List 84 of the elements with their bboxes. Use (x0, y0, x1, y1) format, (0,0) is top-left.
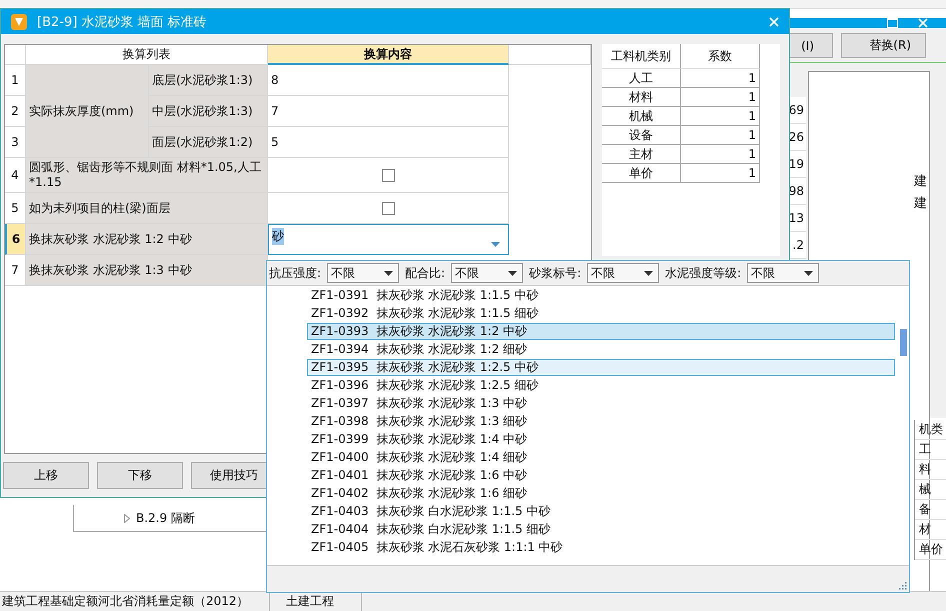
table-cell: 材料 (602, 88, 681, 107)
dialog-button[interactable]: 上移 (3, 462, 89, 489)
filter-select[interactable]: 不限 (587, 263, 660, 283)
table-cell: 人工 (602, 69, 681, 88)
table-cell: 械 (915, 480, 946, 500)
value-field[interactable]: 5 (268, 127, 509, 158)
table-cell: 料 (915, 460, 946, 480)
maximize-icon[interactable] (887, 18, 898, 28)
dialog-button[interactable]: 下移 (97, 462, 183, 489)
caret-icon (644, 270, 654, 276)
filter-label: 水泥强度等级: (665, 264, 742, 282)
row-number[interactable]: 4 (5, 158, 26, 193)
table-cell: 材 (915, 520, 946, 540)
column-header: 系数 (681, 44, 760, 69)
filter-select[interactable]: 不限 (451, 263, 524, 283)
close-icon[interactable] (918, 18, 928, 28)
table-cell: 1 (681, 126, 760, 145)
table-cell: 实际抹灰厚度(mm) (26, 65, 149, 158)
table-cell: 主材 (602, 145, 681, 164)
table-cell: 面层(水泥砂浆1:2) (149, 127, 268, 158)
checkbox[interactable] (382, 168, 394, 182)
tree-item[interactable]: B.2.9 隔断 (136, 510, 195, 526)
value-field[interactable]: 8 (268, 65, 509, 96)
table-cell: 圆弧形、锯齿形等不规则面 材料*1.05,人工*1.15 (26, 158, 268, 193)
combo-box[interactable]: 砂 (268, 224, 509, 255)
caret-icon (804, 270, 814, 276)
close-icon[interactable] (769, 16, 779, 26)
table-cell: 备 (915, 500, 946, 520)
list-item[interactable]: ZF1-0401 抹灰砂浆 水泥砂浆 1:6 中砂 (307, 467, 895, 484)
filter-label: 砂浆标号: (529, 264, 582, 282)
list-item[interactable]: ZF1-0398 抹灰砂浆 水泥砂浆 1:3 细砂 (307, 413, 895, 430)
filter-select[interactable]: 不限 (747, 263, 820, 283)
expand-arrow-icon[interactable] (124, 514, 130, 522)
table-cell: 机械 (602, 107, 681, 126)
row-number[interactable]: 6 (5, 224, 26, 255)
table-cell: 如为未列项目的柱(梁)面层 (26, 193, 268, 224)
row-number[interactable]: 1 (5, 65, 26, 96)
table-cell: 1 (681, 145, 760, 164)
filter-select[interactable]: 不限 (327, 263, 400, 283)
list-item[interactable]: ZF1-0400 抹灰砂浆 水泥砂浆 1:4 细砂 (307, 449, 895, 466)
caret-icon (491, 242, 500, 247)
table-cell: 1 (681, 164, 760, 183)
value-field[interactable]: 7 (268, 96, 509, 127)
list-item[interactable]: ZF1-0395 抹灰砂浆 水泥砂浆 1:2.5 中砂 (307, 359, 895, 376)
table-cell: 中层(水泥砂浆1:3) (149, 96, 268, 127)
row-number[interactable]: 3 (5, 127, 26, 158)
table-cell: 机类 (915, 420, 946, 440)
table-cell: 换抹灰砂浆 水泥砂浆 1:2 中砂 (26, 224, 268, 255)
scrollbar-thumb[interactable] (900, 329, 906, 356)
caret-icon (508, 270, 518, 276)
table-cell: 底层(水泥砂浆1:3) (149, 65, 268, 96)
column-header: 换算内容 (268, 45, 509, 65)
table-cell: 单价 (602, 164, 681, 183)
list-item[interactable]: ZF1-0405 抹灰砂浆 水泥石灰砂浆 1:1:1 中砂 (307, 539, 895, 556)
table-cell: 设备 (602, 126, 681, 145)
row-number[interactable]: 5 (5, 193, 26, 224)
filter-label: 抗压强度: (269, 264, 322, 282)
table-cell: 1 (681, 88, 760, 107)
list-item[interactable]: ZF1-0392 抹灰砂浆 水泥砂浆 1:1.5 细砂 (307, 305, 895, 322)
resize-grip-icon[interactable] (898, 581, 907, 590)
checkbox[interactable] (382, 202, 394, 214)
table-cell: 1 (681, 107, 760, 126)
table-cell: 工 (915, 440, 946, 460)
list-item[interactable]: ZF1-0394 抹灰砂浆 水泥砂浆 1:2 细砂 (307, 341, 895, 358)
row-number[interactable]: 2 (5, 96, 26, 127)
list-item[interactable]: ZF1-0399 抹灰砂浆 水泥砂浆 1:4 中砂 (307, 431, 895, 448)
list-item[interactable]: ZF1-0403 抹灰砂浆 白水泥砂浆 1:1.5 中砂 (307, 503, 895, 520)
list-item[interactable]: ZF1-0396 抹灰砂浆 水泥砂浆 1:2.5 细砂 (307, 377, 895, 394)
toolbar-button[interactable]: 替换(R) (841, 33, 926, 58)
caret-icon (384, 270, 394, 276)
column-header: 工料机类别 (602, 44, 681, 69)
list-item[interactable]: ZF1-0402 抹灰砂浆 水泥砂浆 1:6 细砂 (307, 485, 895, 502)
list-item[interactable]: ZF1-0393 抹灰砂浆 水泥砂浆 1:2 中砂 (307, 323, 895, 340)
table-cell: 换抹灰砂浆 水泥砂浆 1:3 中砂 (26, 255, 268, 286)
column-header: 换算列表 (26, 45, 268, 65)
list-item[interactable]: ZF1-0404 抹灰砂浆 白水泥砂浆 1:1.5 细砂 (307, 521, 895, 538)
table-cell: 单价 (915, 540, 946, 560)
window-title: [B2-9] 水泥砂浆 墙面 标准砖 (37, 14, 208, 30)
list-item[interactable]: ZF1-0391 抹灰砂浆 水泥砂浆 1:1.5 中砂 (307, 287, 895, 304)
row-number[interactable]: 7 (5, 255, 26, 286)
table-cell: 1 (681, 69, 760, 88)
list-item[interactable]: ZF1-0397 抹灰砂浆 水泥砂浆 1:3 中砂 (307, 395, 895, 412)
app-logo-icon (11, 14, 27, 30)
filter-label: 配合比: (405, 264, 446, 282)
